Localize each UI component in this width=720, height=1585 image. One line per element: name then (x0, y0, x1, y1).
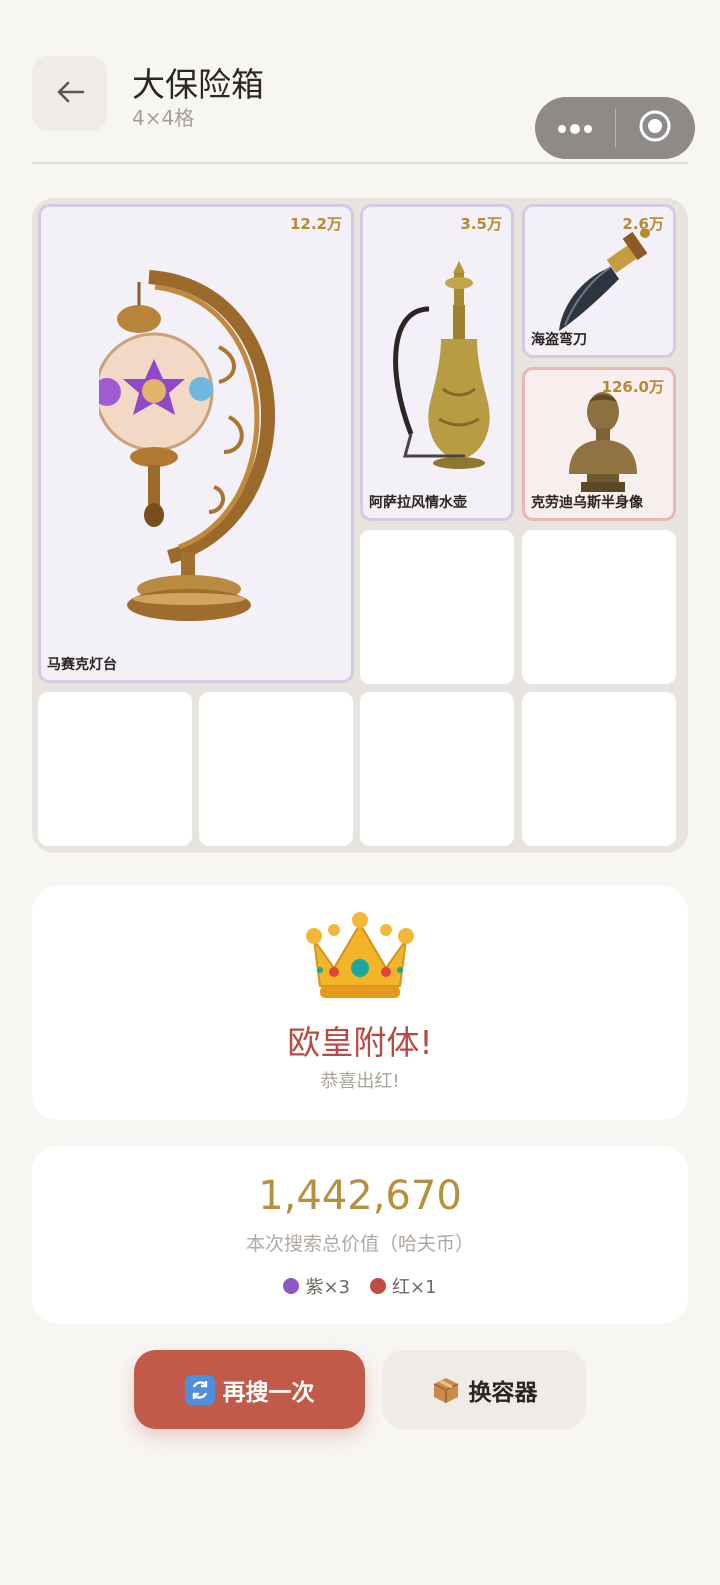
rarity-count-purple: 紫×3 (283, 1273, 350, 1299)
search-again-label: 再搜一次 (222, 1379, 315, 1406)
bust-icon (569, 392, 637, 492)
mosaic-lamp-icon (99, 270, 276, 621)
sabre-icon (559, 229, 650, 331)
rarity-count-label: 紫×3 (305, 1277, 350, 1298)
hookah-icon (393, 261, 490, 469)
total-value-label: 本次搜索总价值（哈夫币） (245, 1233, 474, 1255)
container-size: 4×4格 (132, 106, 195, 130)
close-mini-program-button[interactable] (616, 97, 696, 159)
item-price: 12.2万 (289, 215, 342, 233)
loot-item-hookah[interactable]: 3.5万 阿萨拉风情水壶 (360, 204, 514, 521)
mini-program-capsule (535, 97, 695, 159)
record-circle-icon (638, 109, 672, 147)
purple-dot-icon (283, 1278, 300, 1294)
result-subtitle: 恭喜出红! (320, 1071, 400, 1092)
result-title: 欧皇附体! (287, 1023, 433, 1062)
header-divider (32, 162, 688, 164)
rarity-count-red: 红×1 (370, 1273, 437, 1299)
item-name: 阿萨拉风情水壶 (369, 495, 467, 511)
refresh-icon (184, 1374, 215, 1405)
item-name: 克劳迪乌斯半身像 (531, 495, 643, 511)
red-dot-icon (370, 1278, 386, 1294)
arrow-left-icon (55, 80, 85, 108)
rarity-count-label: 红×1 (392, 1277, 437, 1298)
loot-item-mosaic-lamp[interactable]: 12.2万 马赛克灯台 (38, 204, 354, 683)
page-title: 大保险箱 (132, 65, 264, 104)
change-container-button[interactable]: 换容器 (382, 1350, 586, 1429)
change-container-label: 换容器 (468, 1379, 538, 1406)
item-name: 马赛克灯台 (47, 657, 117, 673)
package-icon (431, 1375, 461, 1405)
more-button[interactable] (535, 97, 615, 159)
empty-slot (38, 692, 192, 846)
more-dots-icon (557, 119, 593, 138)
total-value: 1,442,670 (258, 1173, 462, 1219)
empty-slot (360, 530, 514, 684)
loot-item-pirate-sabre[interactable]: 2.6万 海盗弯刀 (522, 204, 676, 358)
loot-item-claudius-bust[interactable]: 126.0万 克劳迪乌斯半身像 (522, 367, 676, 521)
item-price: 3.5万 (460, 215, 502, 233)
empty-slot (360, 692, 514, 846)
item-name: 海盗弯刀 (531, 332, 587, 348)
empty-slot (522, 530, 676, 684)
crown-icon (306, 912, 414, 998)
rarity-counts: 紫×3 红×1 (32, 1273, 688, 1299)
container-grid: 12.2万 马赛克灯台 3.5万 阿萨拉风情水壶 2.6万 海盗弯刀 126.0… (32, 198, 688, 853)
empty-slot (199, 692, 353, 846)
search-again-button[interactable]: 再搜一次 (134, 1350, 365, 1429)
empty-slot (522, 692, 676, 846)
back-button[interactable] (32, 56, 107, 131)
